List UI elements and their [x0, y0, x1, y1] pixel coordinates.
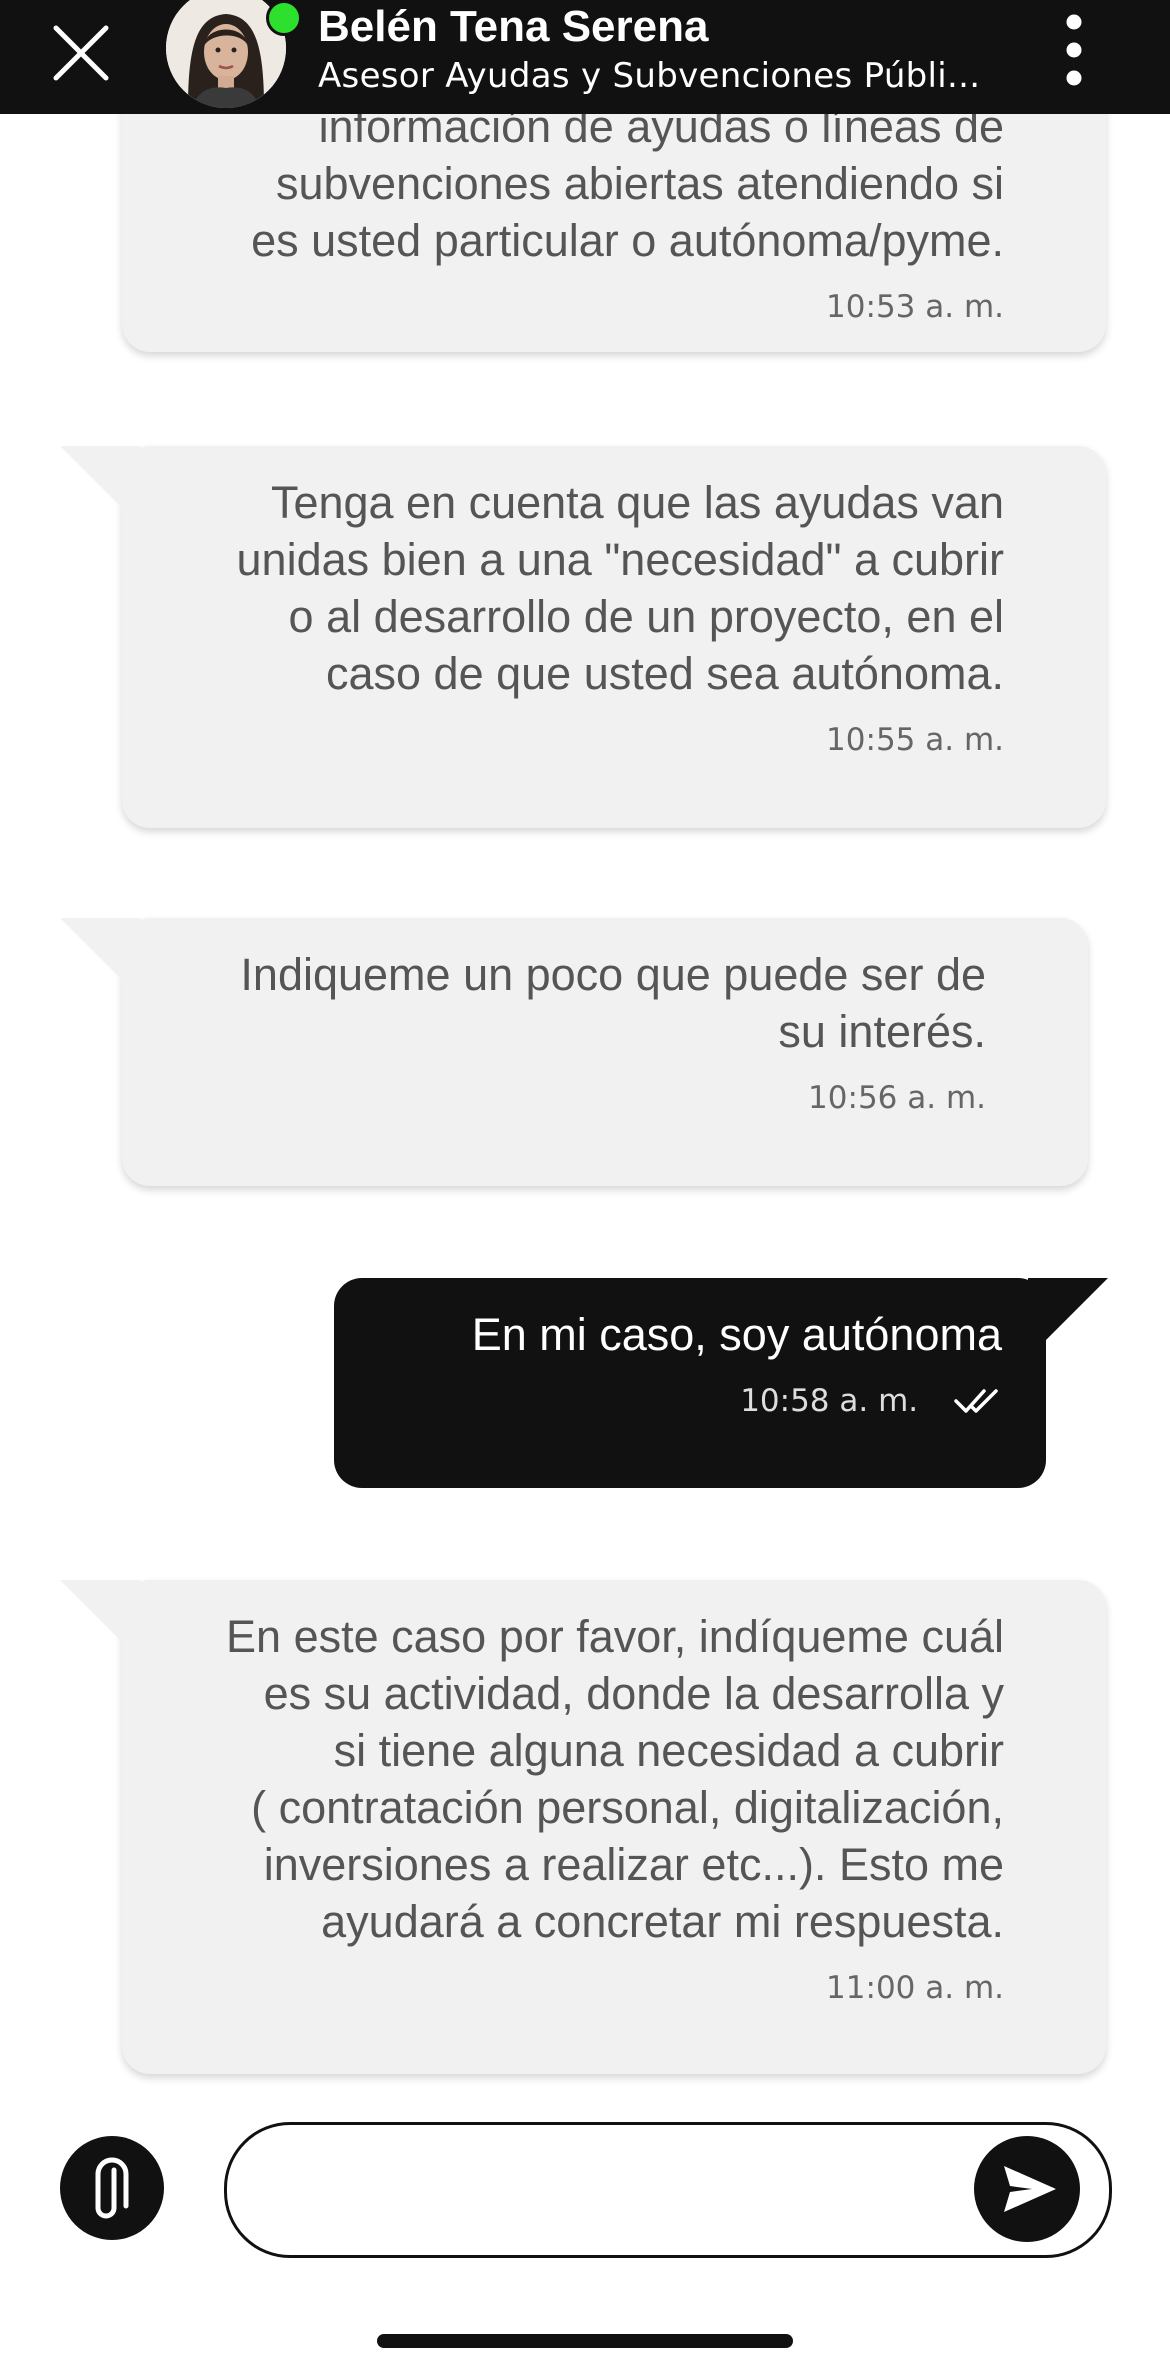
incoming-message[interactable]: En este caso por favor, indíqueme cuál e…: [60, 1580, 1106, 2074]
paperclip-icon: [95, 2157, 129, 2219]
message-time: 10:53 a. m.: [826, 289, 1004, 325]
incoming-message[interactable]: información de ayudas o líneas de subven…: [122, 114, 1106, 352]
incoming-message[interactable]: Indiqueme un poco que puede ser de su in…: [60, 918, 1088, 1186]
close-icon: [53, 25, 109, 81]
message-list[interactable]: información de ayudas o líneas de subven…: [0, 114, 1170, 2104]
double-check-icon: [954, 1389, 998, 1413]
incoming-message[interactable]: Tenga en cuenta que las ayudas van unida…: [60, 446, 1106, 828]
bubble-tail: [60, 446, 140, 526]
message-text: Tenga en cuenta que las ayudas van unida…: [236, 477, 1004, 699]
bubble-tail: [60, 1580, 140, 1660]
home-indicator[interactable]: [377, 2334, 793, 2348]
online-status-dot: [266, 0, 302, 36]
message-time: 11:00 a. m.: [826, 1970, 1004, 2006]
message-text: información de ayudas o líneas de subven…: [251, 114, 1004, 266]
outgoing-message[interactable]: En mi caso, soy autónoma 10:58 a. m.: [334, 1278, 1108, 1488]
chat-header: Belén Tena Serena Asesor Ayudas y Subven…: [0, 0, 1170, 114]
contact-name[interactable]: Belén Tena Serena: [318, 2, 708, 52]
bubble-tail: [1028, 1278, 1108, 1358]
send-icon: [1004, 2166, 1056, 2212]
send-button[interactable]: [974, 2136, 1080, 2242]
more-options-button[interactable]: [1054, 12, 1094, 88]
message-text: Indiqueme un poco que puede ser de su in…: [240, 949, 986, 1057]
attach-button[interactable]: [60, 2136, 164, 2240]
more-vertical-icon: [1066, 14, 1082, 86]
message-time: 10:58 a. m.: [740, 1383, 919, 1419]
close-button[interactable]: [48, 20, 114, 86]
message-text: En mi caso, soy autónoma: [471, 1309, 1002, 1360]
message-time: 10:56 a. m.: [808, 1080, 986, 1116]
contact-subtitle[interactable]: Asesor Ayudas y Subvenciones Públi...: [318, 56, 980, 96]
message-input[interactable]: [267, 2155, 971, 2227]
bubble-tail: [60, 918, 140, 998]
message-meta: 10:58 a. m.: [334, 1383, 1002, 1419]
message-text: En este caso por favor, indíqueme cuál e…: [226, 1611, 1004, 1947]
message-time: 10:55 a. m.: [826, 722, 1004, 758]
